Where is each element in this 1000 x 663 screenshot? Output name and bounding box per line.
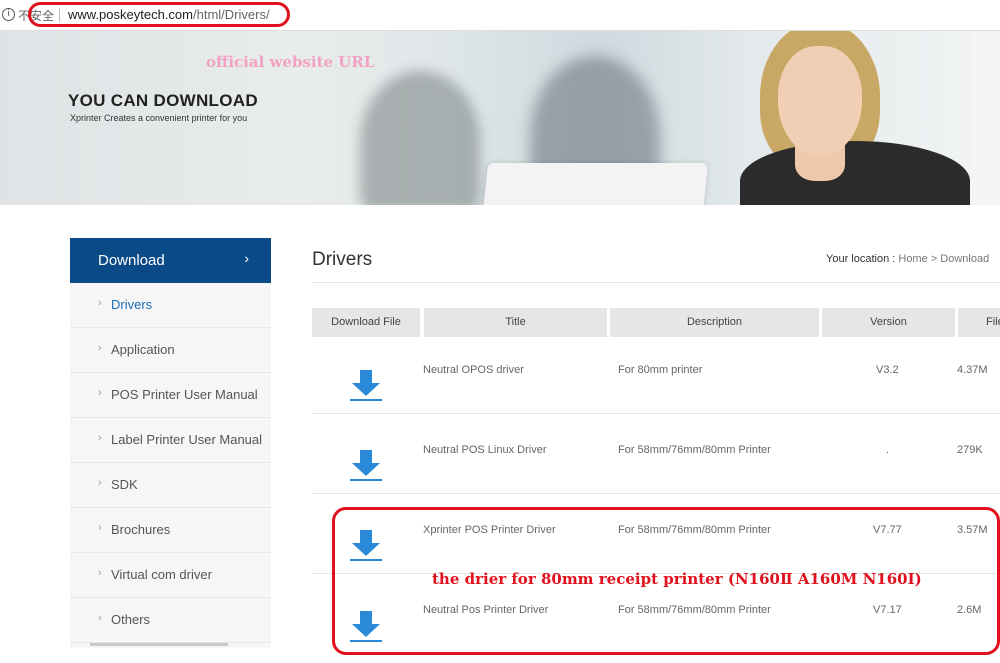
row-title: Neutral OPOS driver xyxy=(423,364,524,376)
row-size: 279K xyxy=(957,444,983,456)
hero-banner: YOU CAN DOWNLOAD Xprinter Creates a conv… xyxy=(0,31,1000,205)
breadcrumb-prefix: Your location : xyxy=(826,253,896,265)
sidebar-item-label: POS Printer User Manual xyxy=(111,387,258,402)
banner-heading: YOU CAN DOWNLOAD xyxy=(68,91,258,110)
chevron-right-icon: › xyxy=(98,297,102,309)
sidebar-item-label: Application xyxy=(111,342,175,357)
row-divider xyxy=(312,413,1000,414)
sidebar-item-brochures[interactable]: › Brochures xyxy=(70,508,271,553)
url-highlight-oval xyxy=(28,2,290,27)
sidebar-item-label: Brochures xyxy=(111,522,171,537)
row-title: Neutral POS Linux Driver xyxy=(423,444,547,456)
row-description: For 58mm/76mm/80mm Printer xyxy=(618,444,771,456)
row-size: 4.37M xyxy=(957,364,988,376)
banner-laptop xyxy=(481,163,709,205)
breadcrumb-current[interactable]: Download xyxy=(940,253,989,265)
chevron-right-icon: › xyxy=(98,432,102,444)
column-header-version: Version xyxy=(822,308,955,337)
chevron-right-icon: › xyxy=(98,342,102,354)
column-header-file-size: File xyxy=(958,308,1000,337)
chevron-right-icon: › xyxy=(98,612,102,624)
sidebar-header[interactable]: Download › xyxy=(70,238,271,283)
breadcrumb-separator: > xyxy=(930,253,938,265)
sidebar-item-label: Label Printer User Manual xyxy=(111,432,263,447)
sidebar-item-virtual-com[interactable]: › Virtual com driver xyxy=(70,553,271,598)
sidebar-header-label: Download xyxy=(98,252,165,269)
download-icon[interactable] xyxy=(350,450,382,482)
sidebar-item-label: Drivers xyxy=(111,297,153,312)
title-divider xyxy=(312,282,1000,283)
row-description: For 80mm printer xyxy=(618,364,703,376)
banner-edge xyxy=(970,31,1000,205)
chevron-right-icon: › xyxy=(244,250,249,266)
sidebar-item-label: Virtual com driver xyxy=(111,567,212,582)
sidebar-item-sdk[interactable]: › SDK xyxy=(70,463,271,508)
banner-subheading: Xprinter Creates a convenient printer fo… xyxy=(70,113,248,123)
info-icon[interactable]: i xyxy=(2,8,15,21)
sidebar-footer xyxy=(70,643,271,648)
sidebar-item-application[interactable]: › Application xyxy=(70,328,271,373)
sidebar-item-others[interactable]: › Others xyxy=(70,598,271,643)
breadcrumb: Your location : Home > Download xyxy=(826,253,989,265)
column-header-download: Download File xyxy=(312,308,420,337)
column-header-description: Description xyxy=(610,308,819,337)
sidebar-item-label: SDK xyxy=(111,477,138,492)
row-divider xyxy=(312,493,1000,494)
sidebar-item-label: Others xyxy=(111,612,151,627)
banner-face xyxy=(778,46,862,156)
url-annotation: official website URL xyxy=(206,53,375,71)
page-title: Drivers xyxy=(312,249,373,270)
chevron-right-icon: › xyxy=(98,387,102,399)
download-icon[interactable] xyxy=(350,370,382,402)
column-header-title: Title xyxy=(424,308,607,337)
row-version: V3.2 xyxy=(876,364,899,376)
sidebar-item-pos-manual[interactable]: › POS Printer User Manual xyxy=(70,373,271,418)
sidebar-item-drivers[interactable]: › Drivers xyxy=(70,283,271,328)
sidebar-item-label-manual[interactable]: › Label Printer User Manual xyxy=(70,418,271,463)
driver-annotation: the drier for 80mm receipt printer (N160… xyxy=(432,570,922,588)
banner-woman-photo xyxy=(740,31,970,205)
sidebar: Download › › Drivers › Application › POS Pr… xyxy=(70,238,271,648)
chevron-right-icon: › xyxy=(98,567,102,579)
chevron-right-icon: › xyxy=(98,522,102,534)
breadcrumb-home[interactable]: Home xyxy=(898,253,927,265)
chevron-right-icon: › xyxy=(98,477,102,489)
banner-blurred-person xyxy=(360,71,480,205)
row-version: . xyxy=(886,444,890,456)
